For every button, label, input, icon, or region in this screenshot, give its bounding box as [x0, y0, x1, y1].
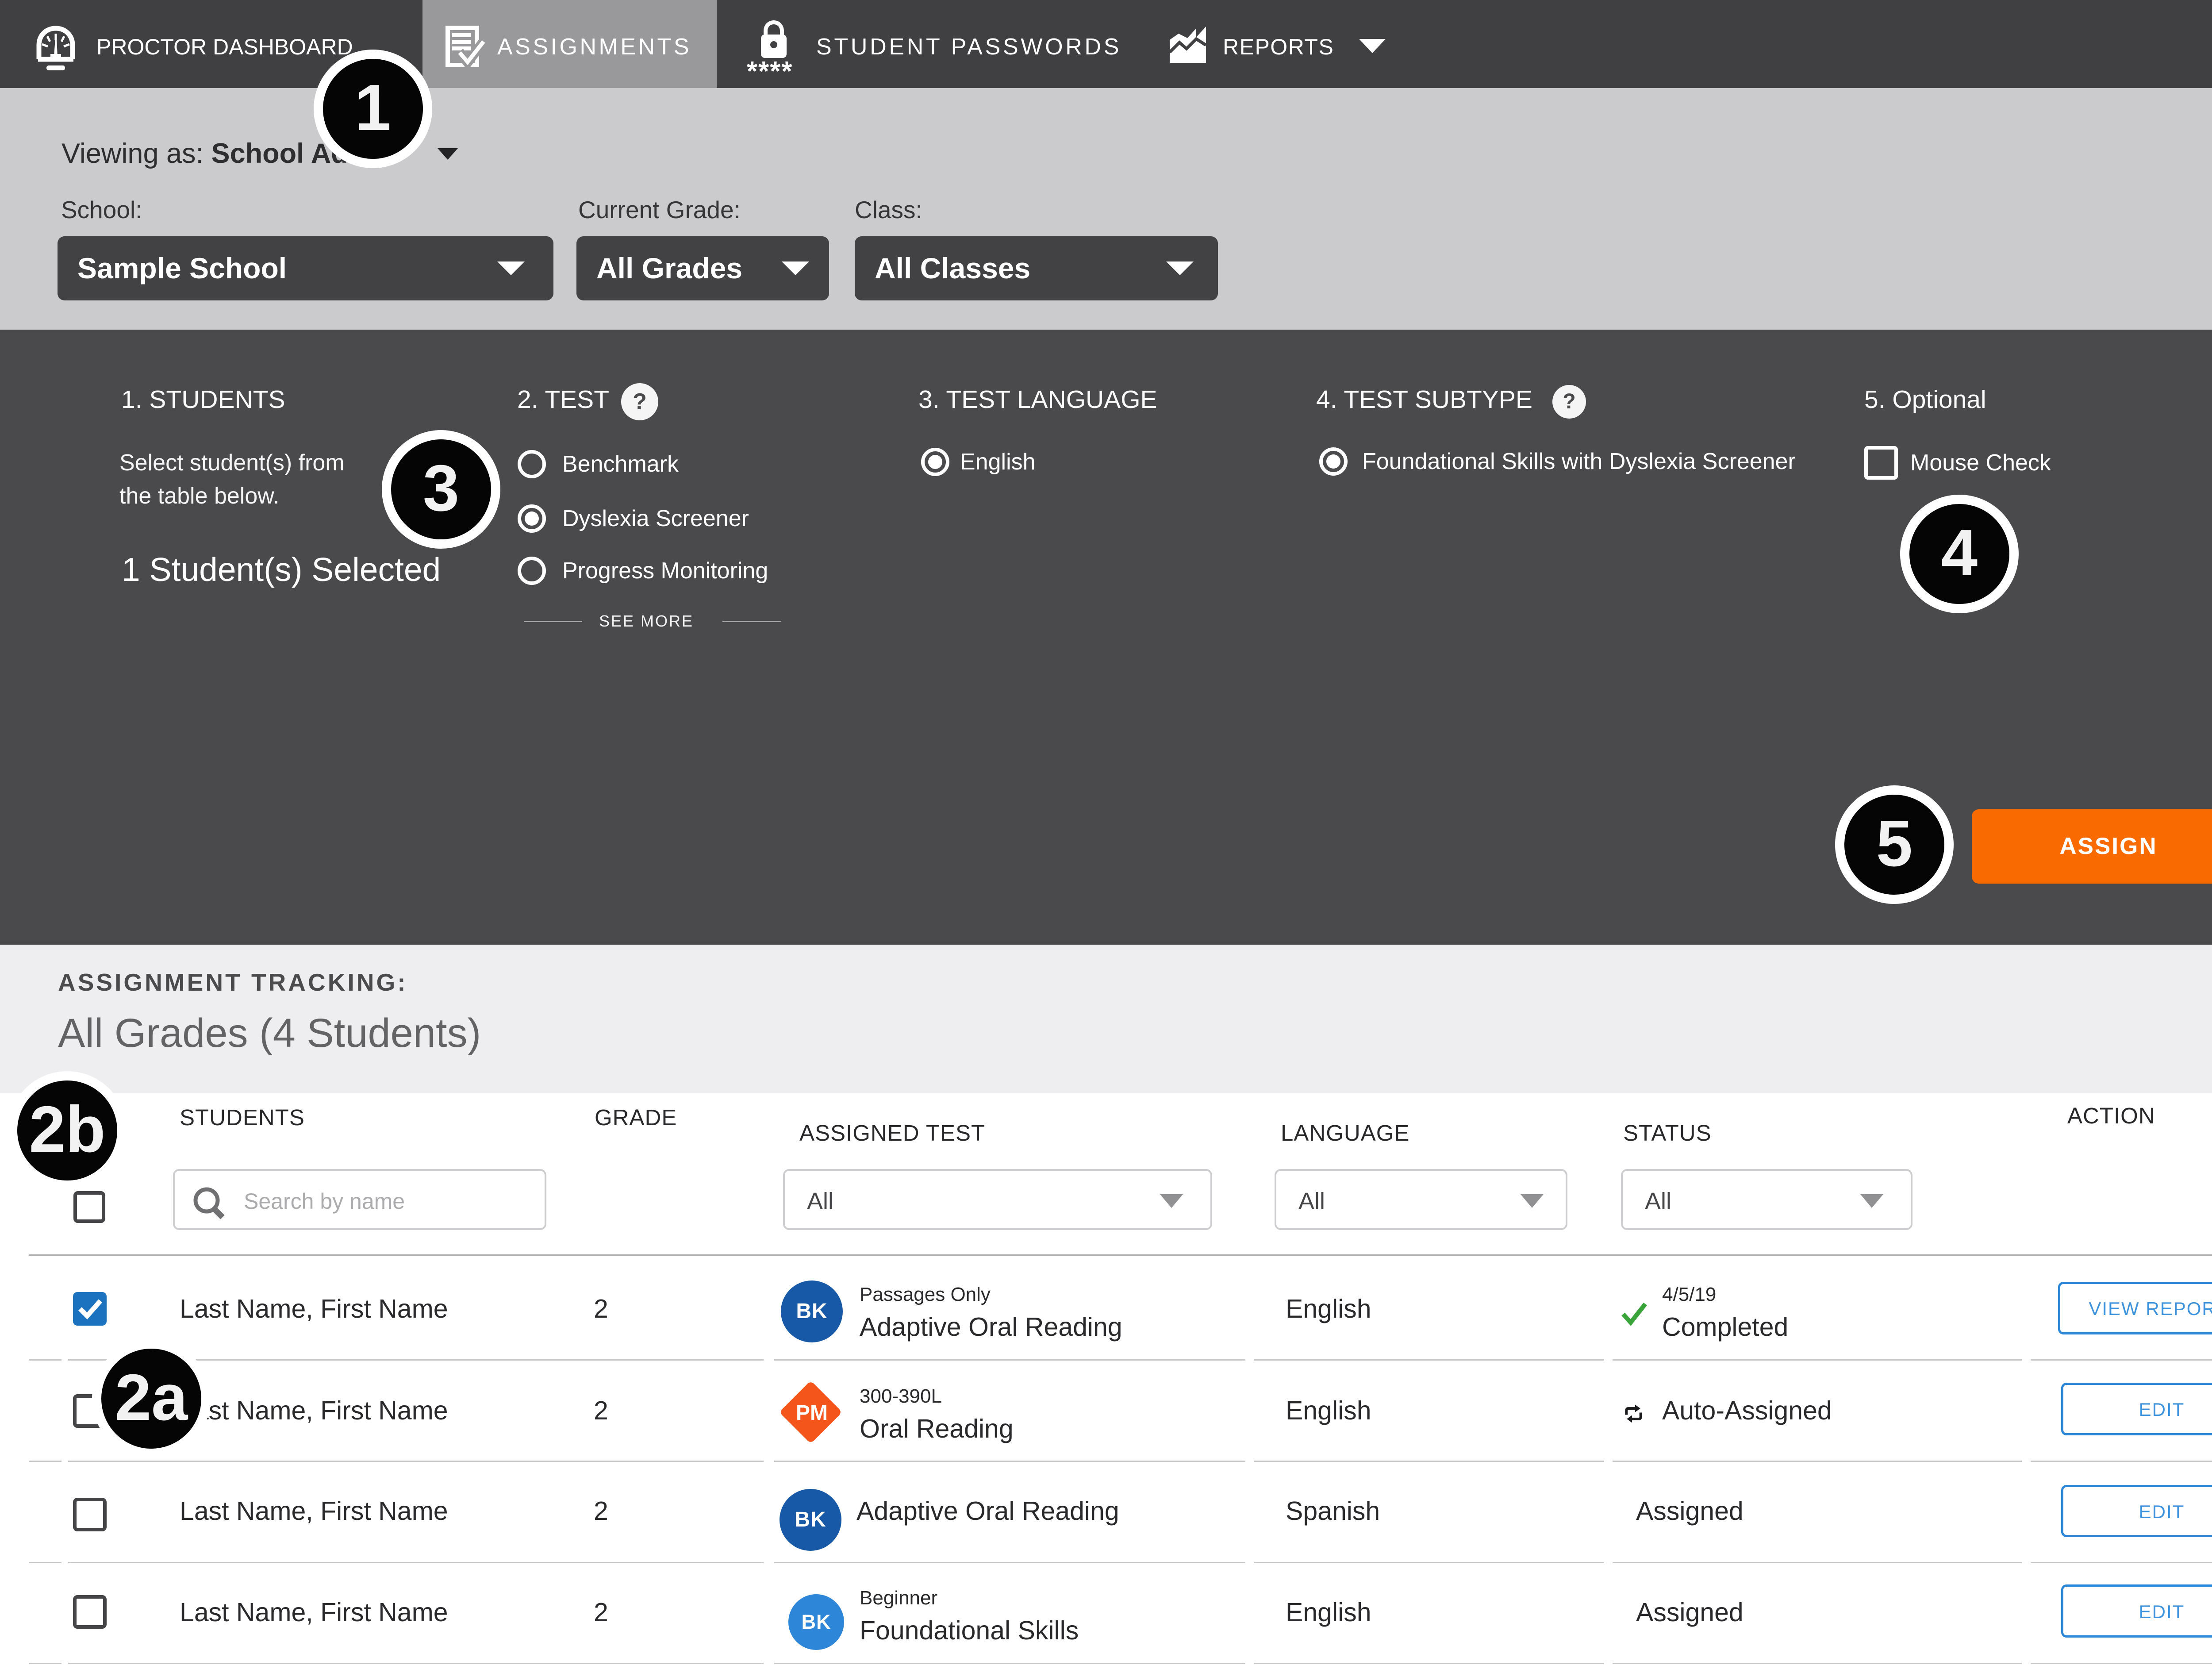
svg-text:****: **** — [747, 56, 793, 81]
